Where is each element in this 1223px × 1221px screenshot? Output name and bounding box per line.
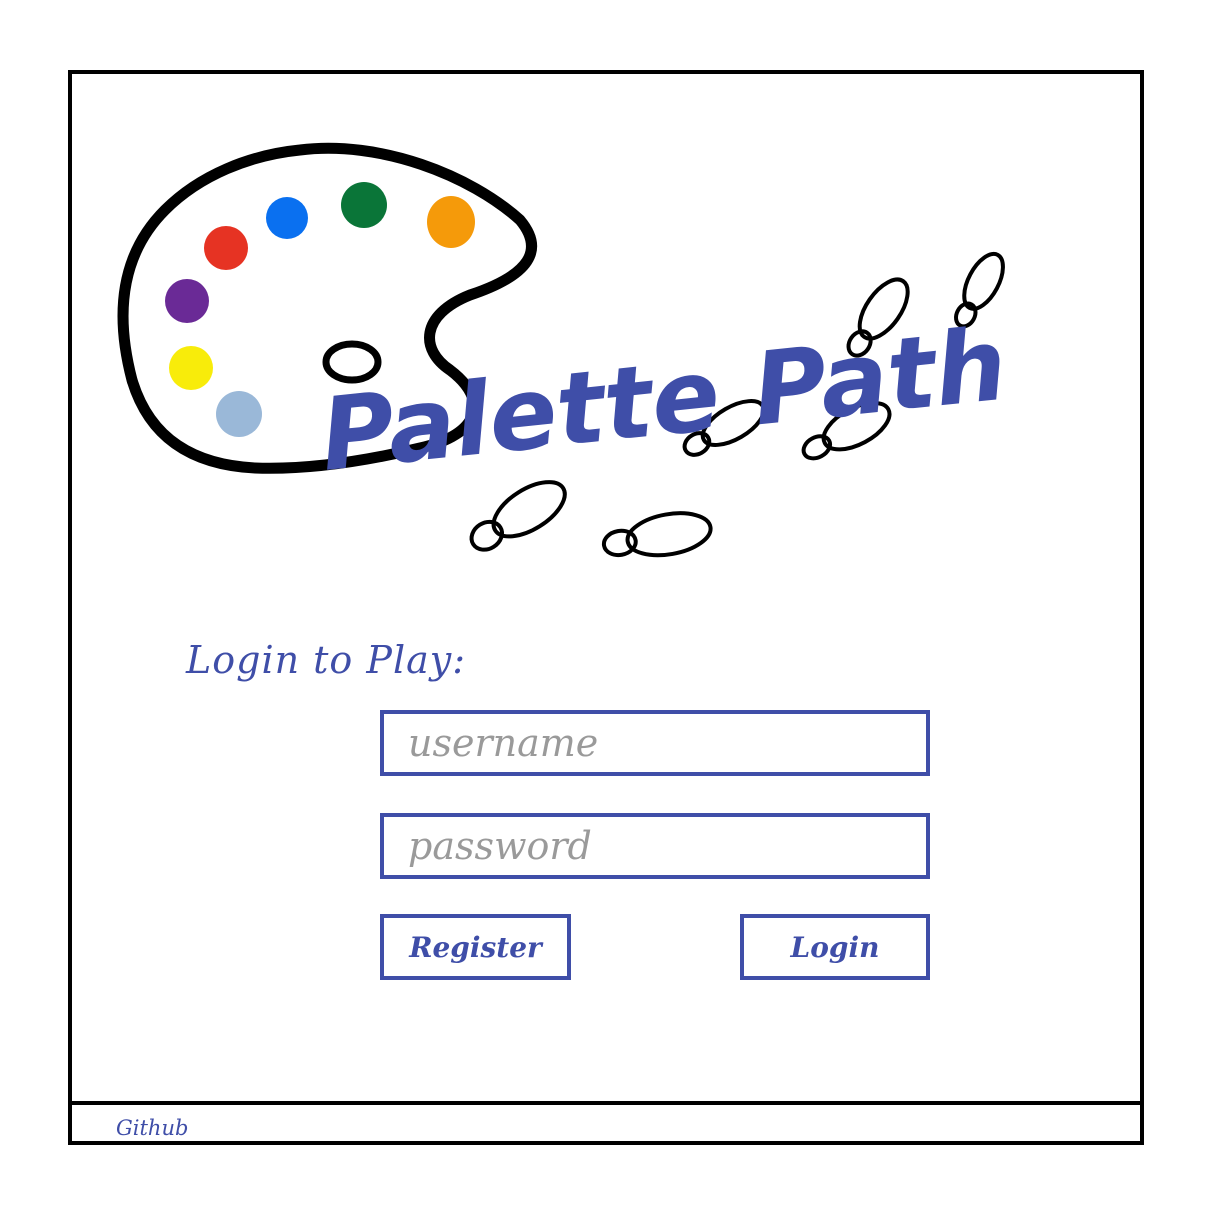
register-button[interactable]: Register	[380, 914, 571, 980]
app-title: Palette Path	[315, 306, 1012, 494]
github-link[interactable]: Github	[116, 1116, 188, 1140]
paint-yellow	[169, 346, 213, 390]
paint-red	[204, 226, 248, 270]
username-field[interactable]	[380, 710, 930, 776]
login-heading: Login to Play:	[186, 638, 467, 682]
paint-orange	[427, 196, 475, 248]
login-button[interactable]: Login	[740, 914, 930, 980]
logo-area: Palette Path	[117, 142, 1012, 558]
footer-divider	[68, 1101, 1144, 1105]
paint-purple	[165, 279, 209, 323]
password-field[interactable]	[380, 813, 930, 879]
paint-lightblue	[216, 391, 262, 437]
paint-blue	[266, 197, 308, 239]
paint-green	[341, 182, 387, 228]
